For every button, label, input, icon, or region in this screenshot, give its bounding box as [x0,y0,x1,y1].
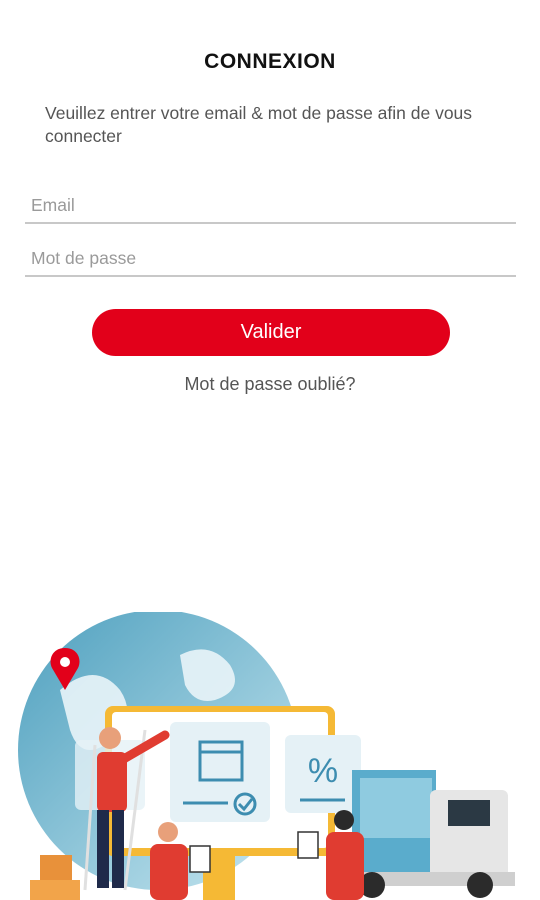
boxes-illustration [30,855,80,900]
email-field[interactable] [31,195,501,216]
forgot-password-link[interactable]: Mot de passe oublié? [0,374,540,395]
svg-text:%: % [308,752,338,790]
password-field[interactable] [31,248,501,269]
submit-button[interactable]: Valider [92,309,450,356]
password-field-container [25,235,516,277]
email-field-container [25,182,516,224]
login-instructions: Veuillez entrer votre email & mot de pas… [45,103,473,146]
logistics-illustration: % [18,612,515,900]
percent-icon: % [285,735,361,813]
page-title: CONNEXION [204,50,336,73]
truck-illustration [350,770,515,898]
